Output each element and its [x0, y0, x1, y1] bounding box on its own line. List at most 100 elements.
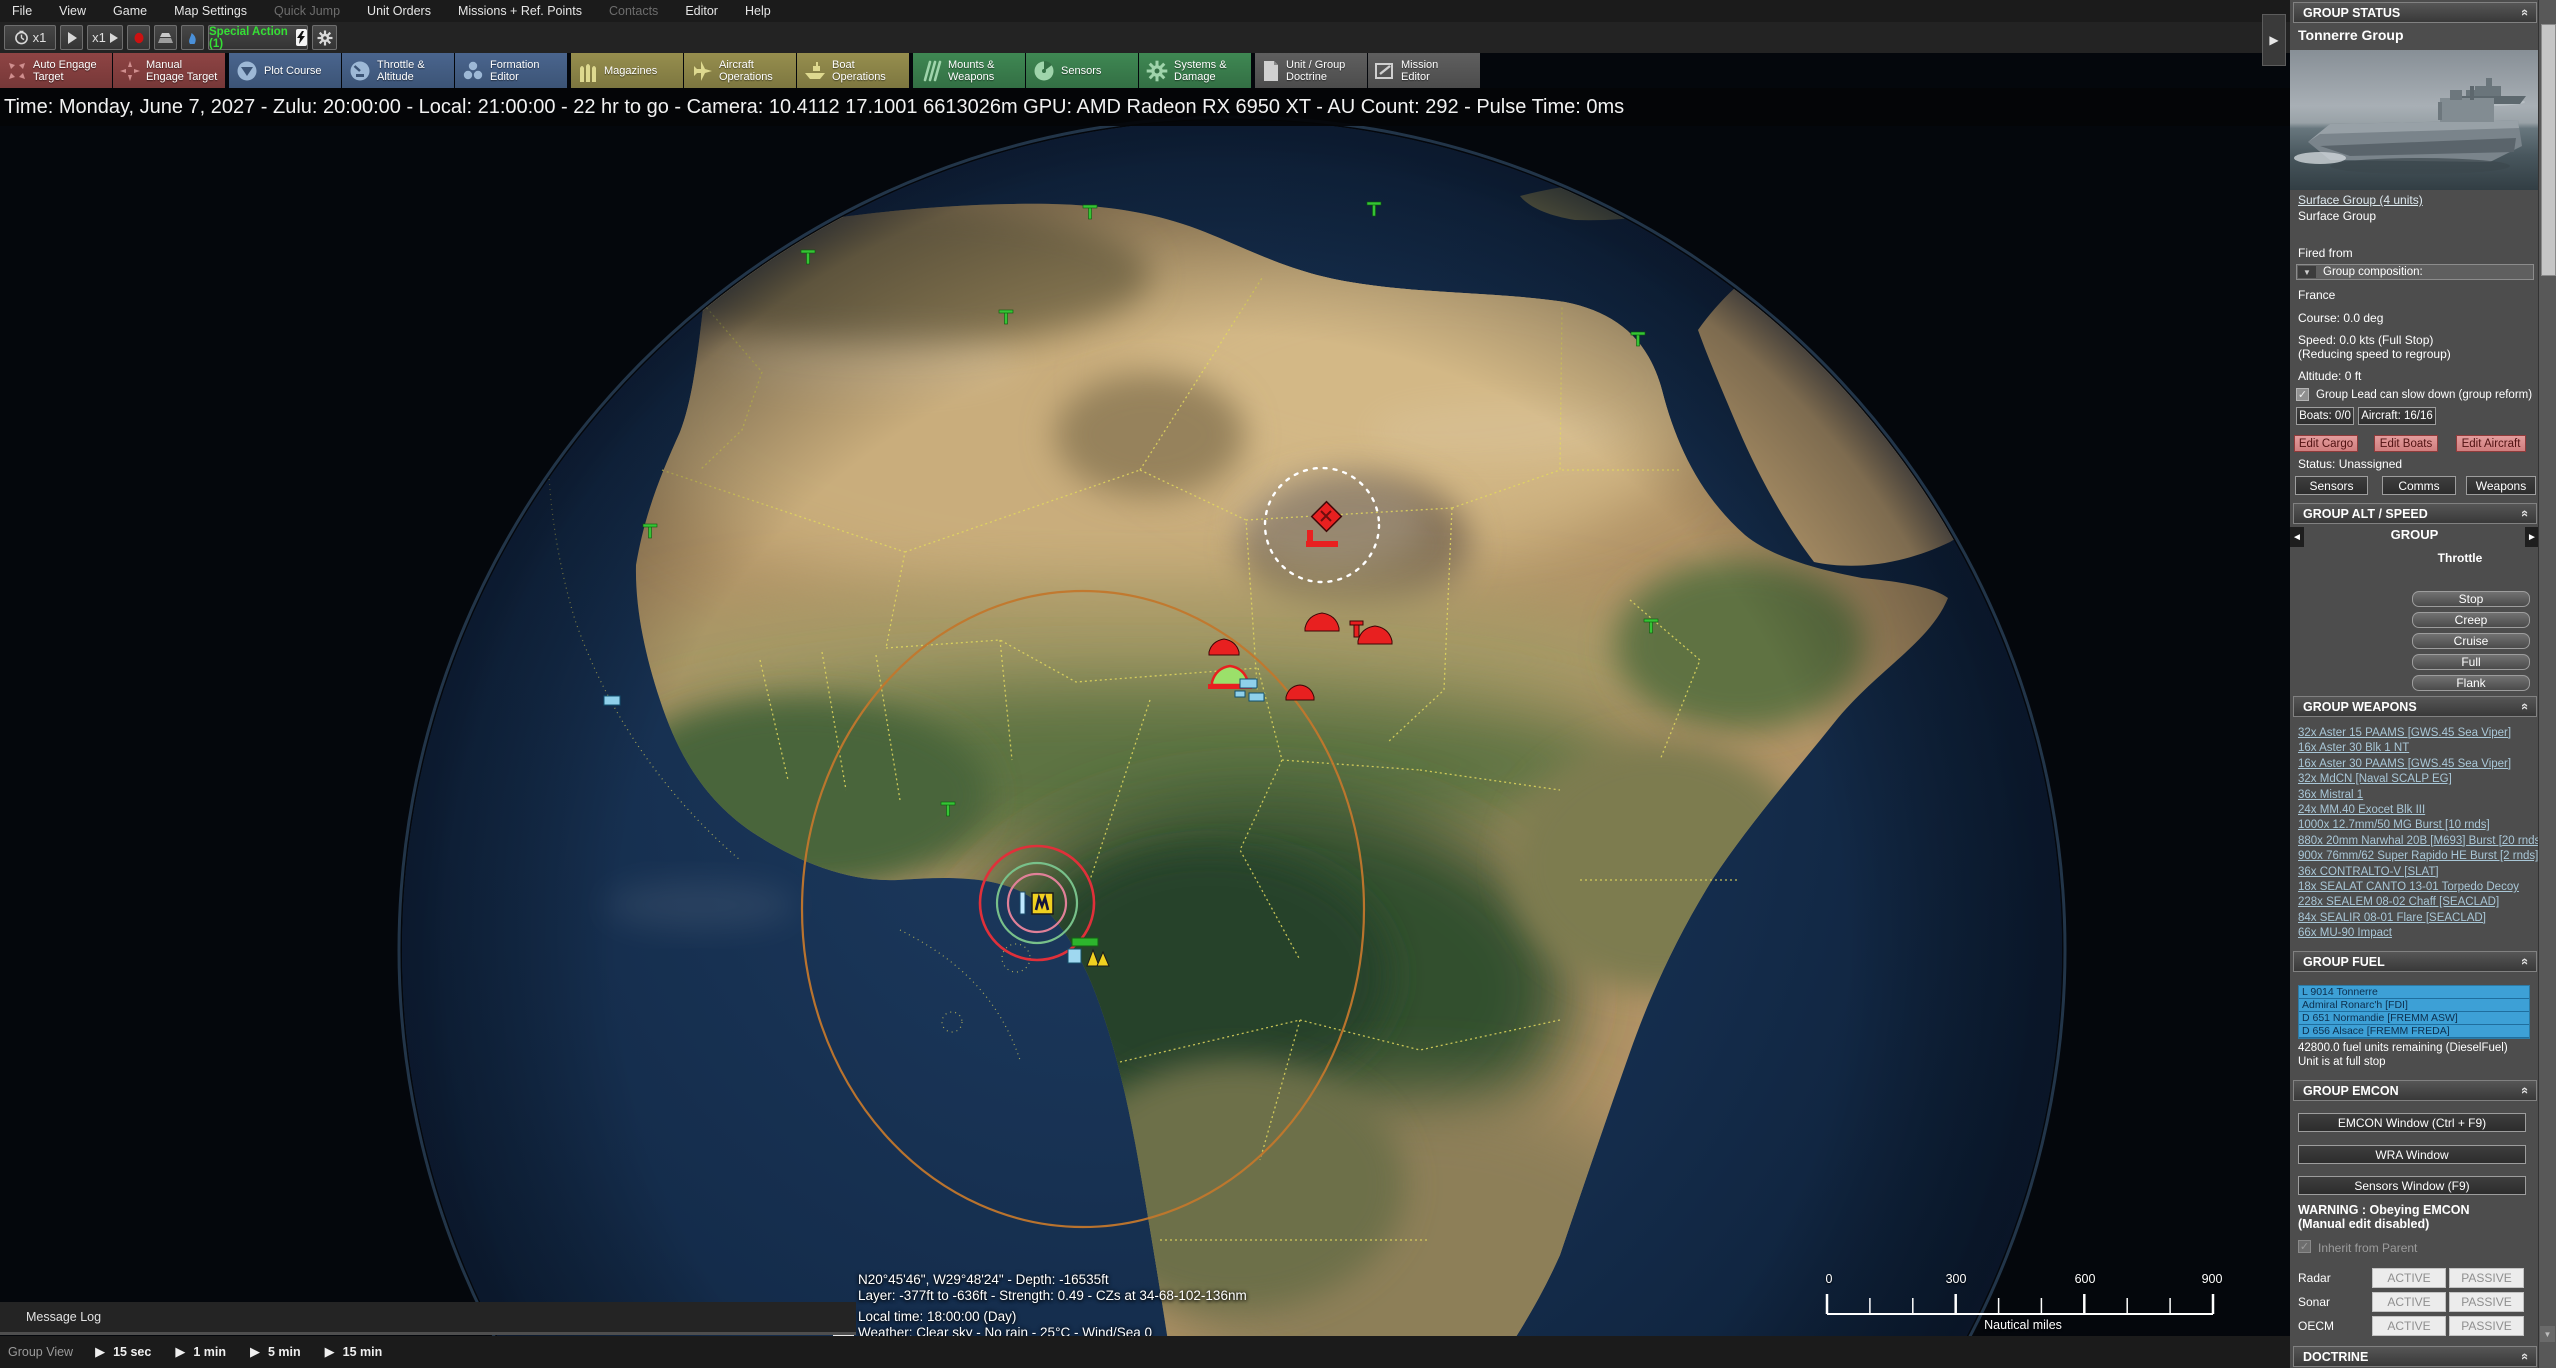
- throttle-flank-button[interactable]: Flank: [2412, 675, 2530, 691]
- mission-editor-button[interactable]: Mission Editor: [1368, 53, 1480, 88]
- group-next-button[interactable]: ►: [2525, 527, 2539, 547]
- radar-active-button[interactable]: ACTIVE: [2372, 1268, 2446, 1288]
- scenario-button[interactable]: [154, 25, 177, 50]
- chevron-up-icon[interactable]: «: [2518, 9, 2533, 16]
- emcon-window-button[interactable]: EMCON Window (Ctrl + F9): [2298, 1113, 2526, 1132]
- oecm-active-button[interactable]: ACTIVE: [2372, 1316, 2446, 1336]
- weapon-link[interactable]: 1000x 12.7mm/50 MG Burst [10 rnds]: [2298, 818, 2538, 833]
- weapon-link[interactable]: 32x MdCN [Naval SCALP EG]: [2298, 772, 2538, 787]
- menu-missions-ref-points[interactable]: Missions + Ref. Points: [458, 4, 582, 18]
- scrollbar-thumb[interactable]: [2541, 24, 2556, 276]
- group-lead-checkbox[interactable]: ✓: [2296, 388, 2309, 401]
- magazines-button[interactable]: Magazines: [571, 53, 683, 88]
- time-status-bar: Time: Monday, June 7, 2027 - Zulu: 20:00…: [0, 88, 2290, 126]
- fuel-unit-row[interactable]: D 656 Alsace [FREMM FREDA]: [2299, 1025, 2529, 1038]
- oecm-passive-button[interactable]: PASSIVE: [2449, 1316, 2524, 1336]
- aircraft-button[interactable]: Aircraft: 16/16: [2358, 407, 2436, 425]
- fuel-unit-row[interactable]: D 651 Normandie [FREMM ASW]: [2299, 1012, 2529, 1025]
- weapon-link[interactable]: 16x Aster 30 PAAMS [GWS.45 Sea Viper]: [2298, 757, 2538, 772]
- weapon-link[interactable]: 18x SEALAT CANTO 13-01 Torpedo Decoy: [2298, 880, 2538, 895]
- special-action-button[interactable]: Special Action (1): [208, 25, 308, 50]
- time-step-15min-button[interactable]: 15 min: [343, 1345, 383, 1359]
- formation-editor-button[interactable]: Formation Editor: [455, 53, 567, 88]
- sensors-panel-button[interactable]: Sensors: [2295, 476, 2368, 495]
- weapon-link[interactable]: 228x SEALEM 08-02 Chaff [SEACLAD]: [2298, 895, 2538, 910]
- fuel-unit-list[interactable]: L 9014 Tonnerre Admiral Ronarc'h [FDI] D…: [2298, 985, 2530, 1039]
- record-icon: [133, 32, 145, 44]
- menu-unit-orders[interactable]: Unit Orders: [367, 4, 431, 18]
- edit-boats-button[interactable]: Edit Boats: [2374, 435, 2438, 452]
- group-composition-dropdown[interactable]: ▼ Group composition:: [2296, 264, 2534, 280]
- radar-passive-button[interactable]: PASSIVE: [2449, 1268, 2524, 1288]
- weapon-link[interactable]: 36x CONTRALTO-V [SLAT]: [2298, 865, 2538, 880]
- weapon-link[interactable]: 66x MU-90 Impact: [2298, 926, 2538, 941]
- boats-button[interactable]: Boats: 0/0: [2296, 407, 2354, 425]
- group-weapons-header[interactable]: GROUP WEAPONS«: [2293, 696, 2537, 717]
- time-step-1min-button[interactable]: 1 min: [193, 1345, 226, 1359]
- throttle-stop-button[interactable]: Stop: [2412, 591, 2530, 607]
- record-button[interactable]: [127, 25, 150, 50]
- weapon-link[interactable]: 900x 76mm/62 Super Rapido HE Burst [2 rn…: [2298, 849, 2538, 864]
- menu-map-settings[interactable]: Map Settings: [174, 4, 247, 18]
- bookmark-button[interactable]: [181, 25, 204, 50]
- menu-game[interactable]: Game: [113, 4, 147, 18]
- weapon-link[interactable]: 36x Mistral 1: [2298, 788, 2538, 803]
- menu-file[interactable]: File: [12, 4, 32, 18]
- comms-panel-button[interactable]: Comms: [2382, 476, 2456, 495]
- weapon-link[interactable]: 880x 20mm Narwhal 20B [M693] Burst [20 r…: [2298, 834, 2538, 849]
- fuel-unit-row[interactable]: L 9014 Tonnerre: [2299, 986, 2529, 999]
- unit-group-doctrine-button[interactable]: Unit / Group Doctrine: [1255, 53, 1367, 88]
- chevron-up-icon[interactable]: «: [2518, 958, 2533, 965]
- group-units-link[interactable]: Surface Group (4 units): [2298, 193, 2423, 207]
- dropdown-arrow-icon[interactable]: ▼: [2298, 266, 2316, 278]
- group-alt-speed-header[interactable]: GROUP ALT / SPEED«: [2293, 503, 2537, 524]
- auto-engage-target-button[interactable]: Auto Engage Target: [0, 53, 112, 88]
- aircraft-operations-button[interactable]: Aircraft Operations: [684, 53, 796, 88]
- group-status-header[interactable]: GROUP STATUS«: [2293, 2, 2537, 23]
- chevron-up-icon[interactable]: «: [2518, 703, 2533, 710]
- settings-button[interactable]: [312, 25, 337, 50]
- manual-engage-target-button[interactable]: Manual Engage Target: [113, 53, 225, 88]
- menu-help[interactable]: Help: [745, 4, 771, 18]
- scrollbar-down-arrow[interactable]: ▼: [2540, 1326, 2555, 1342]
- weapon-link[interactable]: 32x Aster 15 PAAMS [GWS.45 Sea Viper]: [2298, 726, 2538, 741]
- play-button[interactable]: [60, 25, 83, 50]
- fuel-unit-row[interactable]: Admiral Ronarc'h [FDI]: [2299, 999, 2529, 1012]
- sensors-button[interactable]: Sensors: [1026, 53, 1138, 88]
- weapon-link[interactable]: 84x SEALIR 08-01 Flare [SEACLAD]: [2298, 911, 2538, 926]
- throttle-full-button[interactable]: Full: [2412, 654, 2530, 670]
- group-emcon-header[interactable]: GROUP EMCON«: [2293, 1080, 2537, 1101]
- boat-operations-button[interactable]: Boat Operations: [797, 53, 909, 88]
- mounts-weapons-button[interactable]: Mounts & Weapons: [913, 53, 1025, 88]
- throttle-cruise-button[interactable]: Cruise: [2412, 633, 2530, 649]
- time-compression-button[interactable]: x1: [4, 25, 56, 50]
- weapons-panel-button[interactable]: Weapons: [2466, 476, 2536, 495]
- wra-window-button[interactable]: WRA Window: [2298, 1145, 2526, 1164]
- weapon-link[interactable]: 24x MM.40 Exocet Blk III: [2298, 803, 2538, 818]
- chevron-up-icon[interactable]: «: [2518, 510, 2533, 517]
- formation-icon: [462, 60, 484, 82]
- edit-cargo-button[interactable]: Edit Cargo: [2294, 435, 2358, 452]
- chevron-up-icon[interactable]: «: [2518, 1353, 2533, 1360]
- sidebar-scrollbar[interactable]: ▼: [2538, 0, 2556, 1368]
- weapon-link[interactable]: 16x Aster 30 Blk 1 NT: [2298, 741, 2538, 756]
- doctrine-header[interactable]: DOCTRINE«: [2293, 1346, 2537, 1367]
- message-log-bar[interactable]: Message Log: [0, 1302, 856, 1335]
- sidebar-collapse-button[interactable]: ▶: [2262, 14, 2286, 66]
- throttle-creep-button[interactable]: Creep: [2412, 612, 2530, 628]
- edit-aircraft-button[interactable]: Edit Aircraft: [2456, 435, 2526, 452]
- sensors-window-button[interactable]: Sensors Window (F9): [2298, 1176, 2526, 1195]
- menu-view[interactable]: View: [59, 4, 86, 18]
- sonar-passive-button[interactable]: PASSIVE: [2449, 1292, 2524, 1312]
- throttle-altitude-button[interactable]: Throttle & Altitude: [342, 53, 454, 88]
- map-globe[interactable]: [0, 0, 2290, 1368]
- menu-editor[interactable]: Editor: [685, 4, 718, 18]
- systems-damage-button[interactable]: Systems & Damage: [1139, 53, 1251, 88]
- chevron-up-icon[interactable]: «: [2518, 1087, 2533, 1094]
- step-button[interactable]: x1: [87, 25, 123, 50]
- group-fuel-header[interactable]: GROUP FUEL«: [2293, 951, 2537, 972]
- sonar-active-button[interactable]: ACTIVE: [2372, 1292, 2446, 1312]
- time-step-15sec-button[interactable]: 15 sec: [113, 1345, 151, 1359]
- plot-course-button[interactable]: Plot Course: [229, 53, 341, 88]
- time-step-5min-button[interactable]: 5 min: [268, 1345, 301, 1359]
